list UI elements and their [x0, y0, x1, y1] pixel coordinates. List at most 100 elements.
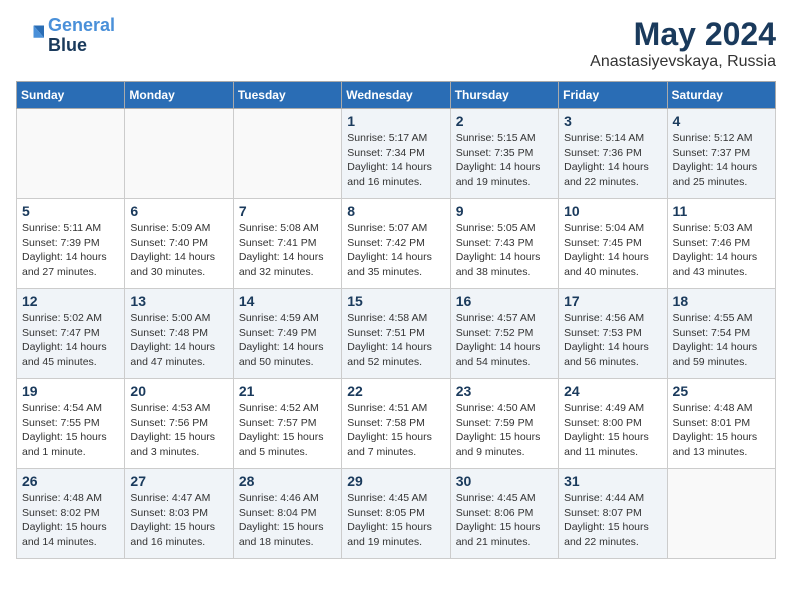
calendar-cell: 7 Sunrise: 5:08 AM Sunset: 7:41 PM Daylig… — [233, 199, 341, 289]
day-number: 16 — [456, 293, 553, 309]
calendar-cell: 6 Sunrise: 5:09 AM Sunset: 7:40 PM Daylig… — [125, 199, 233, 289]
calendar-cell: 28 Sunrise: 4:46 AM Sunset: 8:04 PM Dayli… — [233, 469, 341, 559]
calendar-cell: 20 Sunrise: 4:53 AM Sunset: 7:56 PM Dayli… — [125, 379, 233, 469]
day-info: Sunrise: 4:53 AM Sunset: 7:56 PM Dayligh… — [130, 401, 227, 460]
day-info: Sunrise: 4:51 AM Sunset: 7:58 PM Dayligh… — [347, 401, 444, 460]
day-number: 9 — [456, 203, 553, 219]
day-number: 24 — [564, 383, 661, 399]
calendar-cell: 14 Sunrise: 4:59 AM Sunset: 7:49 PM Dayli… — [233, 289, 341, 379]
day-info: Sunrise: 4:57 AM Sunset: 7:52 PM Dayligh… — [456, 311, 553, 370]
day-info: Sunrise: 5:04 AM Sunset: 7:45 PM Dayligh… — [564, 221, 661, 280]
week-row-2: 5 Sunrise: 5:11 AM Sunset: 7:39 PM Daylig… — [17, 199, 776, 289]
day-info: Sunrise: 5:05 AM Sunset: 7:43 PM Dayligh… — [456, 221, 553, 280]
day-info: Sunrise: 4:55 AM Sunset: 7:54 PM Dayligh… — [673, 311, 770, 370]
day-info: Sunrise: 5:07 AM Sunset: 7:42 PM Dayligh… — [347, 221, 444, 280]
logo-text: General Blue — [48, 16, 115, 56]
day-info: Sunrise: 4:48 AM Sunset: 8:02 PM Dayligh… — [22, 491, 119, 550]
calendar-cell: 1 Sunrise: 5:17 AM Sunset: 7:34 PM Daylig… — [342, 109, 450, 199]
header-day-monday: Monday — [125, 82, 233, 109]
calendar-cell: 22 Sunrise: 4:51 AM Sunset: 7:58 PM Dayli… — [342, 379, 450, 469]
week-row-5: 26 Sunrise: 4:48 AM Sunset: 8:02 PM Dayli… — [17, 469, 776, 559]
day-info: Sunrise: 5:17 AM Sunset: 7:34 PM Dayligh… — [347, 131, 444, 190]
day-number: 7 — [239, 203, 336, 219]
day-number: 31 — [564, 473, 661, 489]
day-info: Sunrise: 5:03 AM Sunset: 7:46 PM Dayligh… — [673, 221, 770, 280]
calendar-cell: 31Sunrise: 4:44 AM Sunset: 8:07 PM Dayli… — [559, 469, 667, 559]
day-number: 22 — [347, 383, 444, 399]
day-number: 3 — [564, 113, 661, 129]
day-number: 21 — [239, 383, 336, 399]
day-info: Sunrise: 4:48 AM Sunset: 8:01 PM Dayligh… — [673, 401, 770, 460]
day-number: 28 — [239, 473, 336, 489]
day-number: 6 — [130, 203, 227, 219]
day-number: 25 — [673, 383, 770, 399]
calendar-cell: 10 Sunrise: 5:04 AM Sunset: 7:45 PM Dayli… — [559, 199, 667, 289]
day-number: 29 — [347, 473, 444, 489]
calendar-cell: 26 Sunrise: 4:48 AM Sunset: 8:02 PM Dayli… — [17, 469, 125, 559]
day-number: 26 — [22, 473, 119, 489]
subtitle: Anastasiyevskaya, Russia — [590, 53, 776, 71]
day-info: Sunrise: 5:02 AM Sunset: 7:47 PM Dayligh… — [22, 311, 119, 370]
week-row-3: 12 Sunrise: 5:02 AM Sunset: 7:47 PM Dayli… — [17, 289, 776, 379]
day-info: Sunrise: 5:11 AM Sunset: 7:39 PM Dayligh… — [22, 221, 119, 280]
header-day-thursday: Thursday — [450, 82, 558, 109]
calendar-cell: 13 Sunrise: 5:00 AM Sunset: 7:48 PM Dayli… — [125, 289, 233, 379]
header-row: SundayMondayTuesdayWednesdayThursdayFrid… — [17, 82, 776, 109]
logo: General Blue — [16, 16, 115, 56]
calendar-cell: 12 Sunrise: 5:02 AM Sunset: 7:47 PM Dayli… — [17, 289, 125, 379]
calendar-cell: 15Sunrise: 4:58 AM Sunset: 7:51 PM Dayli… — [342, 289, 450, 379]
day-info: Sunrise: 5:09 AM Sunset: 7:40 PM Dayligh… — [130, 221, 227, 280]
day-info: Sunrise: 5:14 AM Sunset: 7:36 PM Dayligh… — [564, 131, 661, 190]
day-number: 17 — [564, 293, 661, 309]
header-day-friday: Friday — [559, 82, 667, 109]
calendar-cell — [233, 109, 341, 199]
calendar-table: SundayMondayTuesdayWednesdayThursdayFrid… — [16, 81, 776, 559]
calendar-cell: 23 Sunrise: 4:50 AM Sunset: 7:59 PM Dayli… — [450, 379, 558, 469]
day-number: 12 — [22, 293, 119, 309]
day-info: Sunrise: 4:47 AM Sunset: 8:03 PM Dayligh… — [130, 491, 227, 550]
calendar-cell: 9 Sunrise: 5:05 AM Sunset: 7:43 PM Daylig… — [450, 199, 558, 289]
calendar-cell: 3 Sunrise: 5:14 AM Sunset: 7:36 PM Daylig… — [559, 109, 667, 199]
day-number: 23 — [456, 383, 553, 399]
title-block: May 2024 Anastasiyevskaya, Russia — [590, 16, 776, 71]
day-info: Sunrise: 4:46 AM Sunset: 8:04 PM Dayligh… — [239, 491, 336, 550]
day-number: 27 — [130, 473, 227, 489]
day-info: Sunrise: 4:50 AM Sunset: 7:59 PM Dayligh… — [456, 401, 553, 460]
day-number: 8 — [347, 203, 444, 219]
header-day-wednesday: Wednesday — [342, 82, 450, 109]
day-number: 14 — [239, 293, 336, 309]
calendar-cell: 4Sunrise: 5:12 AM Sunset: 7:37 PM Daylig… — [667, 109, 775, 199]
day-number: 20 — [130, 383, 227, 399]
calendar-cell: 25 Sunrise: 4:48 AM Sunset: 8:01 PM Dayli… — [667, 379, 775, 469]
day-info: Sunrise: 5:12 AM Sunset: 7:37 PM Dayligh… — [673, 131, 770, 190]
day-info: Sunrise: 4:45 AM Sunset: 8:06 PM Dayligh… — [456, 491, 553, 550]
day-info: Sunrise: 4:56 AM Sunset: 7:53 PM Dayligh… — [564, 311, 661, 370]
calendar-cell: 19Sunrise: 4:54 AM Sunset: 7:55 PM Dayli… — [17, 379, 125, 469]
calendar-cell: 18Sunrise: 4:55 AM Sunset: 7:54 PM Dayli… — [667, 289, 775, 379]
day-info: Sunrise: 4:54 AM Sunset: 7:55 PM Dayligh… — [22, 401, 119, 460]
main-title: May 2024 — [590, 16, 776, 53]
day-info: Sunrise: 5:00 AM Sunset: 7:48 PM Dayligh… — [130, 311, 227, 370]
calendar-cell: 5 Sunrise: 5:11 AM Sunset: 7:39 PM Daylig… — [17, 199, 125, 289]
calendar-cell: 8 Sunrise: 5:07 AM Sunset: 7:42 PM Daylig… — [342, 199, 450, 289]
day-info: Sunrise: 4:59 AM Sunset: 7:49 PM Dayligh… — [239, 311, 336, 370]
header-day-saturday: Saturday — [667, 82, 775, 109]
day-number: 2 — [456, 113, 553, 129]
day-info: Sunrise: 5:08 AM Sunset: 7:41 PM Dayligh… — [239, 221, 336, 280]
calendar-cell: 27 Sunrise: 4:47 AM Sunset: 8:03 PM Dayli… — [125, 469, 233, 559]
day-number: 1 — [347, 113, 444, 129]
calendar-cell — [125, 109, 233, 199]
day-number: 13 — [130, 293, 227, 309]
calendar-cell — [17, 109, 125, 199]
week-row-1: 1 Sunrise: 5:17 AM Sunset: 7:34 PM Daylig… — [17, 109, 776, 199]
calendar-cell: 29Sunrise: 4:45 AM Sunset: 8:05 PM Dayli… — [342, 469, 450, 559]
logo-icon — [16, 22, 44, 50]
day-number: 5 — [22, 203, 119, 219]
page-header: General Blue May 2024 Anastasiyevskaya, … — [16, 16, 776, 71]
day-number: 10 — [564, 203, 661, 219]
calendar-cell: 17 Sunrise: 4:56 AM Sunset: 7:53 PM Dayli… — [559, 289, 667, 379]
calendar-cell: 24Sunrise: 4:49 AM Sunset: 8:00 PM Dayli… — [559, 379, 667, 469]
calendar-cell: 30Sunrise: 4:45 AM Sunset: 8:06 PM Dayli… — [450, 469, 558, 559]
week-row-4: 19Sunrise: 4:54 AM Sunset: 7:55 PM Dayli… — [17, 379, 776, 469]
day-number: 11 — [673, 203, 770, 219]
